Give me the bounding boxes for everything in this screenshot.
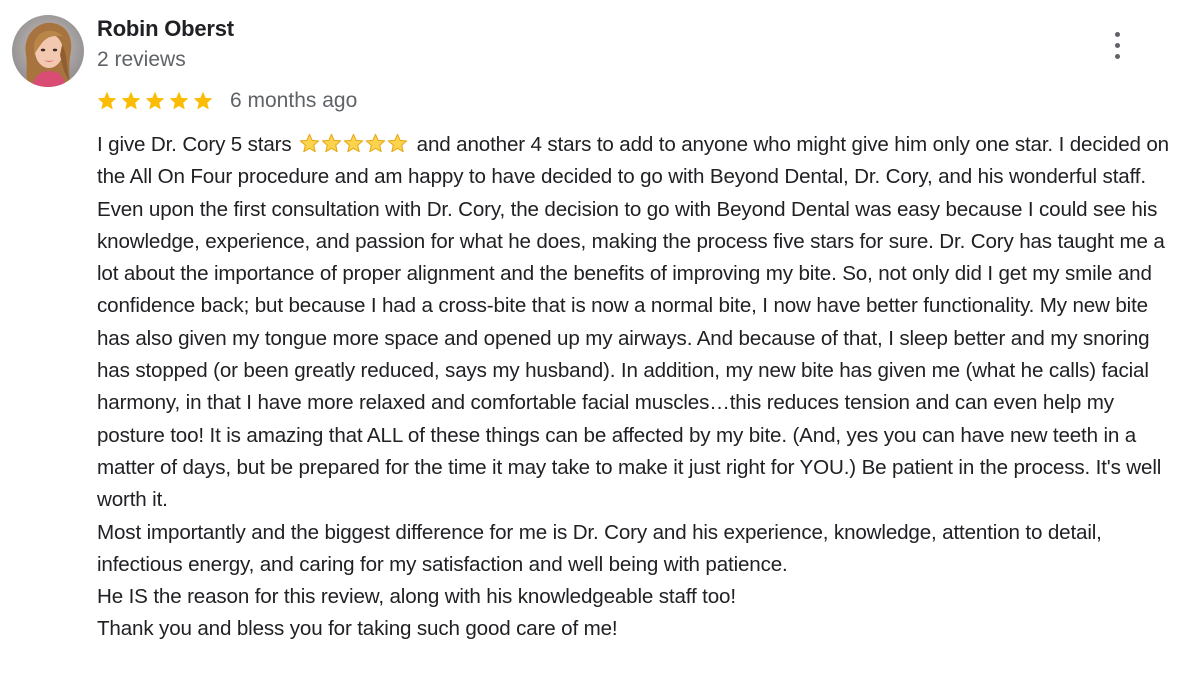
reviewer-review-count[interactable]: 2 reviews <box>97 48 186 72</box>
review-time: 6 months ago <box>230 89 358 112</box>
review-intro-text: I give Dr. Cory 5 stars <box>97 133 298 156</box>
reviewer-name[interactable]: Robin Oberst <box>97 16 234 42</box>
star-emoji-icon <box>343 133 364 153</box>
star-rating <box>96 90 216 112</box>
review-paragraph-3: He IS the reason for this review, along … <box>97 585 736 609</box>
star-emoji-icon <box>321 133 342 153</box>
review-paragraph-1: I give Dr. Cory 5 stars and another 4 st… <box>97 129 1182 517</box>
star-emoji-icon <box>365 133 386 153</box>
star-emoji-icon <box>299 133 320 153</box>
avatar[interactable] <box>12 15 84 87</box>
review-text: I give Dr. Cory 5 stars and another 4 st… <box>97 129 1182 646</box>
avatar-photo <box>12 15 84 87</box>
review-paragraph-4: Thank you and bless you for taking such … <box>97 617 618 641</box>
star-icon <box>121 91 141 110</box>
star-icon <box>169 91 189 110</box>
star-emoji-icon <box>387 133 408 153</box>
star-icon <box>97 91 117 110</box>
more-options-button[interactable] <box>1104 28 1132 64</box>
review-card: Robin Oberst 2 reviews 6 months ago I gi… <box>0 0 1200 691</box>
star-emoji-group <box>299 133 409 154</box>
star-icon <box>145 91 165 110</box>
review-paragraph-2: Most importantly and the biggest differe… <box>97 520 1102 576</box>
star-icon <box>193 91 213 110</box>
review-main-text: and another 4 stars to add to anyone who… <box>97 133 1169 512</box>
rating-row: 6 months ago <box>96 87 357 115</box>
